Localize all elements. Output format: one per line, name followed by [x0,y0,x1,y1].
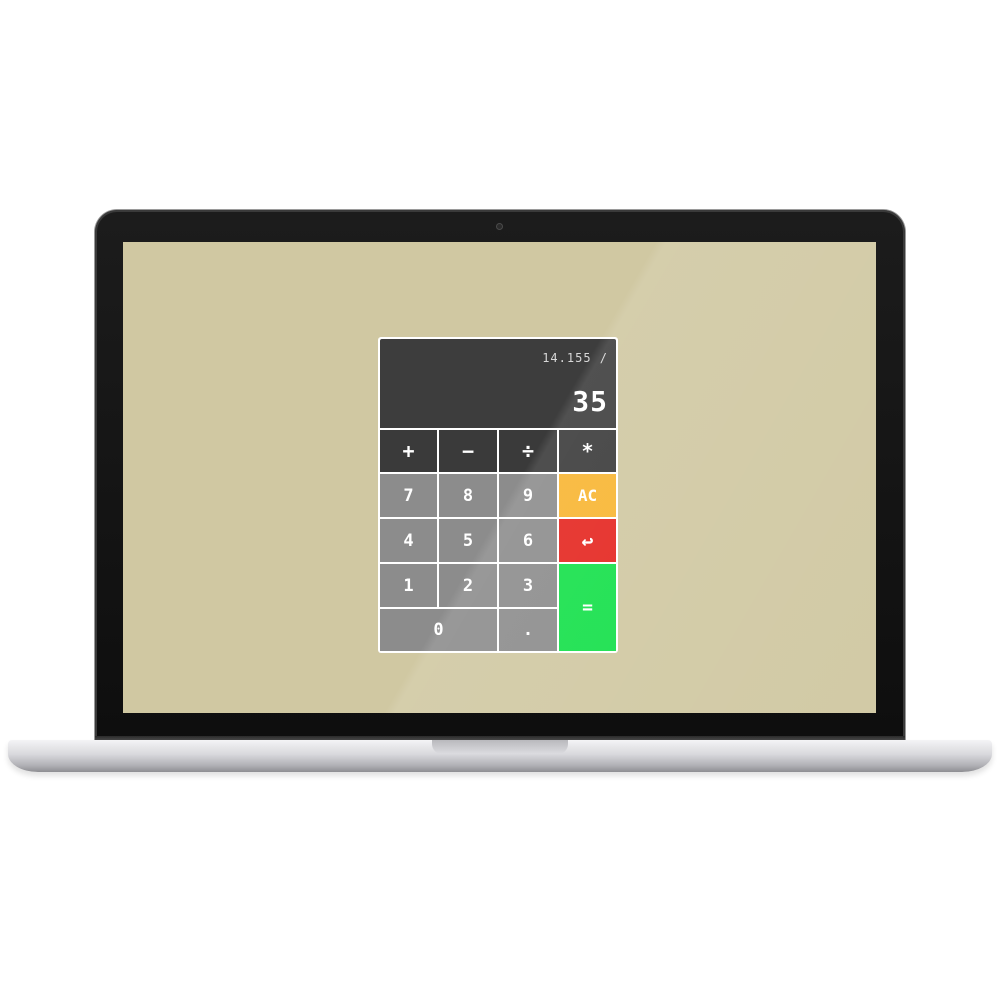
equals-button[interactable]: = [559,564,616,651]
laptop-lid: 14.155 / 35 + − ÷ * 7 8 9 AC 4 5 6 ↩ 1 2… [95,210,905,740]
digit-4-button[interactable]: 4 [380,519,437,562]
lid-opening-notch [432,740,568,754]
digit-2-button[interactable]: 2 [439,564,497,607]
digit-7-button[interactable]: 7 [380,474,437,517]
expression-readout: 14.155 / [542,351,608,365]
multiply-button[interactable]: * [559,430,616,472]
webcam [496,223,503,230]
return-arrow-icon: ↩ [581,528,594,553]
calculator: 14.155 / 35 + − ÷ * 7 8 9 AC 4 5 6 ↩ 1 2… [378,337,618,653]
backspace-button[interactable]: ↩ [559,519,616,562]
laptop-screen: 14.155 / 35 + − ÷ * 7 8 9 AC 4 5 6 ↩ 1 2… [123,242,876,713]
digit-1-button[interactable]: 1 [380,564,437,607]
digit-3-button[interactable]: 3 [499,564,557,607]
digit-9-button[interactable]: 9 [499,474,557,517]
clear-button[interactable]: AC [559,474,616,517]
minus-button[interactable]: − [439,430,497,472]
laptop-base [8,740,992,772]
decimal-button[interactable]: . [499,609,557,651]
digit-5-button[interactable]: 5 [439,519,497,562]
result-readout: 35 [572,385,608,418]
digit-8-button[interactable]: 8 [439,474,497,517]
calculator-display: 14.155 / 35 [380,339,616,428]
digit-6-button[interactable]: 6 [499,519,557,562]
plus-button[interactable]: + [380,430,437,472]
digit-0-button[interactable]: 0 [380,609,497,651]
divide-button[interactable]: ÷ [499,430,557,472]
